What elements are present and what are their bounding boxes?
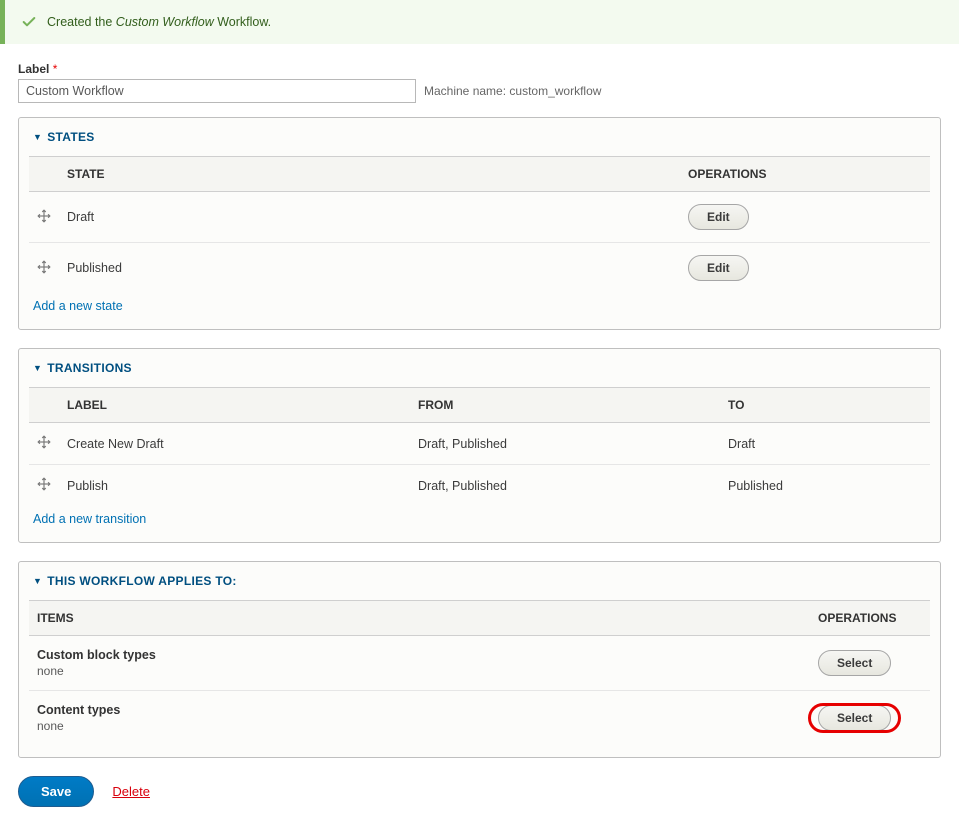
transition-from: Draft, Published xyxy=(410,465,720,507)
transitions-panel-title: Transitions xyxy=(47,361,132,375)
delete-link[interactable]: Delete xyxy=(112,784,150,799)
machine-name-text: Machine name: custom_workflow xyxy=(424,84,601,98)
states-col-state: State xyxy=(59,157,680,192)
applies-item-name: Content types xyxy=(37,703,802,717)
states-panel: ▼ States State Operations Draft Edit xyxy=(18,117,941,330)
applies-panel: ▼ This workflow applies to: Items Operat… xyxy=(18,561,941,758)
caret-down-icon: ▼ xyxy=(33,363,42,373)
move-icon xyxy=(37,477,51,491)
table-row: Draft Edit xyxy=(29,192,930,243)
states-panel-heading[interactable]: ▼ States xyxy=(19,118,940,156)
caret-down-icon: ▼ xyxy=(33,132,42,142)
drag-handle[interactable] xyxy=(29,465,59,507)
check-icon xyxy=(21,14,37,30)
applies-table: Items Operations Custom block types none… xyxy=(29,600,930,745)
transition-label: Create New Draft xyxy=(59,423,410,465)
transitions-panel: ▼ Transitions Label From To Create New D… xyxy=(18,348,941,543)
applies-item-name: Custom block types xyxy=(37,648,802,662)
applies-item-none: none xyxy=(37,664,802,678)
move-icon xyxy=(37,209,51,223)
move-icon xyxy=(37,260,51,274)
select-button[interactable]: Select xyxy=(818,650,891,676)
states-col-operations: Operations xyxy=(680,157,930,192)
edit-button[interactable]: Edit xyxy=(688,255,749,281)
transitions-col-label: Label xyxy=(59,388,410,423)
transition-label: Publish xyxy=(59,465,410,507)
states-panel-title: States xyxy=(47,130,94,144)
add-state-link[interactable]: Add a new state xyxy=(29,293,127,317)
move-icon xyxy=(37,435,51,449)
highlight-annotation: Select xyxy=(818,711,891,725)
label-input[interactable] xyxy=(18,79,416,103)
status-message: Created the Custom Workflow Workflow. xyxy=(0,0,959,44)
table-row: Content types none Select xyxy=(29,691,930,746)
applies-col-operations: Operations xyxy=(810,601,930,636)
label-form-row: Label * Machine name: custom_workflow xyxy=(18,62,941,103)
table-row: Create New Draft Draft, Published Draft xyxy=(29,423,930,465)
drag-handle[interactable] xyxy=(29,192,59,243)
table-row: Custom block types none Select xyxy=(29,636,930,691)
applies-panel-title: This workflow applies to: xyxy=(47,574,237,588)
state-name: Published xyxy=(59,243,680,294)
drag-handle[interactable] xyxy=(29,243,59,294)
transition-to: Published xyxy=(720,465,930,507)
status-text: Created the Custom Workflow Workflow. xyxy=(47,15,271,29)
select-button[interactable]: Select xyxy=(818,705,891,731)
edit-button[interactable]: Edit xyxy=(688,204,749,230)
state-name: Draft xyxy=(59,192,680,243)
transition-to: Draft xyxy=(720,423,930,465)
add-transition-link[interactable]: Add a new transition xyxy=(29,506,150,530)
states-table: State Operations Draft Edit Published xyxy=(29,156,930,293)
form-actions: Save Delete xyxy=(18,776,941,807)
applies-panel-heading[interactable]: ▼ This workflow applies to: xyxy=(19,562,940,600)
transitions-table: Label From To Create New Draft Draft, Pu… xyxy=(29,387,930,506)
save-button[interactable]: Save xyxy=(18,776,94,807)
table-row: Published Edit xyxy=(29,243,930,294)
label-field-label: Label * xyxy=(18,62,941,76)
caret-down-icon: ▼ xyxy=(33,576,42,586)
transition-from: Draft, Published xyxy=(410,423,720,465)
applies-col-items: Items xyxy=(29,601,810,636)
transitions-col-to: To xyxy=(720,388,930,423)
applies-item-none: none xyxy=(37,719,802,733)
table-row: Publish Draft, Published Published xyxy=(29,465,930,507)
transitions-panel-heading[interactable]: ▼ Transitions xyxy=(19,349,940,387)
drag-handle[interactable] xyxy=(29,423,59,465)
required-indicator: * xyxy=(53,62,58,76)
transitions-col-from: From xyxy=(410,388,720,423)
